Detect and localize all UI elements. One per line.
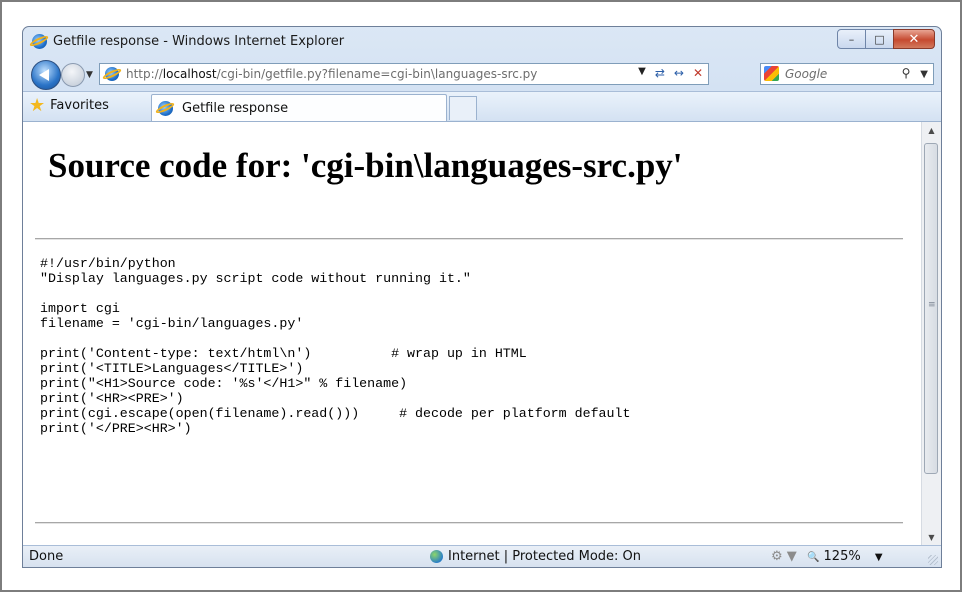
tab-page-icon [158,101,173,116]
status-text: Done [29,549,64,564]
security-status-icon: ⚙ ▼ [771,549,797,564]
status-bar: Done Internet | Protected Mode: On ⚙ ▼ 🔍… [23,545,941,567]
tab-bar: ★ Favorites Getfile response [23,91,941,122]
browser-window: Getfile response - Windows Internet Expl… [22,26,942,568]
scroll-grip-icon: ≡ [928,300,936,310]
search-icons: ⚲ ▼ [902,66,928,80]
code-line: print(cgi.escape(open(filename).read()))… [40,406,631,421]
zone-label: Internet | Protected Mode: On [448,549,642,564]
scroll-up-arrow[interactable]: ▲ [922,122,941,139]
navigation-bar: ▼ http://localhost/cgi-bin/getfile.py?fi… [23,57,941,91]
divider-bottom [35,522,903,524]
page-heading: Source code for: 'cgi-bin\languages-src.… [48,146,683,185]
favorites-star-icon: ★ [29,94,46,116]
scroll-thumb[interactable]: ≡ [924,143,938,474]
zoom-dropdown-icon[interactable]: ▼ [875,552,883,563]
zoom-icon: 🔍 [806,552,820,563]
address-url[interactable]: http://localhost/cgi-bin/getfile.py?file… [126,67,537,81]
scroll-down-arrow[interactable]: ▼ [922,529,941,546]
favorites-button[interactable]: ★ Favorites [29,94,109,116]
vertical-scrollbar[interactable]: ▲ ≡ ▼ [921,122,941,546]
search-box[interactable]: Google ⚲ ▼ [760,63,934,85]
favorites-label: Favorites [50,98,109,113]
maximize-button[interactable]: □ [865,29,894,49]
code-line: print('<HR><PRE>') [40,391,184,406]
code-line: print('<TITLE>Languages</TITLE>') [40,361,304,376]
address-tools: ▼ ⇄ ↔ ✕ [638,66,703,80]
close-button[interactable]: ✕ [893,29,935,49]
code-line: import cgi [40,301,120,316]
url-host: localhost [162,67,217,81]
search-dropdown-icon[interactable]: ▼ [920,69,928,80]
page-content: Source code for: 'cgi-bin\languages-src.… [23,121,941,546]
code-line: "Display languages.py script code withou… [40,271,471,286]
title-bar[interactable]: Getfile response - Windows Internet Expl… [23,27,941,57]
search-placeholder: Google [785,67,828,81]
forward-button[interactable] [61,63,85,87]
source-code-block: #!/usr/bin/python "Display languages.py … [40,256,630,436]
stop-icon[interactable]: ✕ [693,66,703,80]
code-line: filename = 'cgi-bin/languages.py' [40,316,304,331]
zoom-control[interactable]: ⚙ ▼ 🔍 125% ▼ [771,549,883,564]
resize-grip-icon[interactable] [928,555,938,565]
code-line: print('Content-type: text/html\n') # wra… [40,346,527,361]
refresh-icon[interactable]: ↔ [674,66,684,80]
recent-pages-dropdown[interactable]: ▼ [86,70,93,80]
minimize-button[interactable]: – [837,29,866,49]
address-dropdown-icon[interactable]: ▼ [638,66,646,80]
compatibility-view-icon[interactable]: ⇄ [655,66,665,80]
security-zone[interactable]: Internet | Protected Mode: On [430,549,641,564]
code-line: #!/usr/bin/python [40,256,176,271]
page-icon [105,67,119,81]
code-line: print("<H1>Source code: '%s'</H1>" % fil… [40,376,408,391]
internet-globe-icon [430,550,443,563]
google-logo-icon [764,66,779,81]
tab-label: Getfile response [182,101,289,116]
caption-buttons: – □ ✕ [837,29,935,49]
search-icon[interactable]: ⚲ [902,66,911,80]
divider-top [35,238,903,240]
zoom-level: 125% [823,549,861,564]
new-tab-button[interactable] [449,96,477,120]
back-button[interactable] [31,60,61,90]
address-bar[interactable]: http://localhost/cgi-bin/getfile.py?file… [99,63,709,85]
window-title: Getfile response - Windows Internet Expl… [53,34,345,49]
code-line: print('</PRE><HR>') [40,421,192,436]
ie-logo-icon [32,34,47,49]
tab-getfile-response[interactable]: Getfile response [151,94,447,122]
